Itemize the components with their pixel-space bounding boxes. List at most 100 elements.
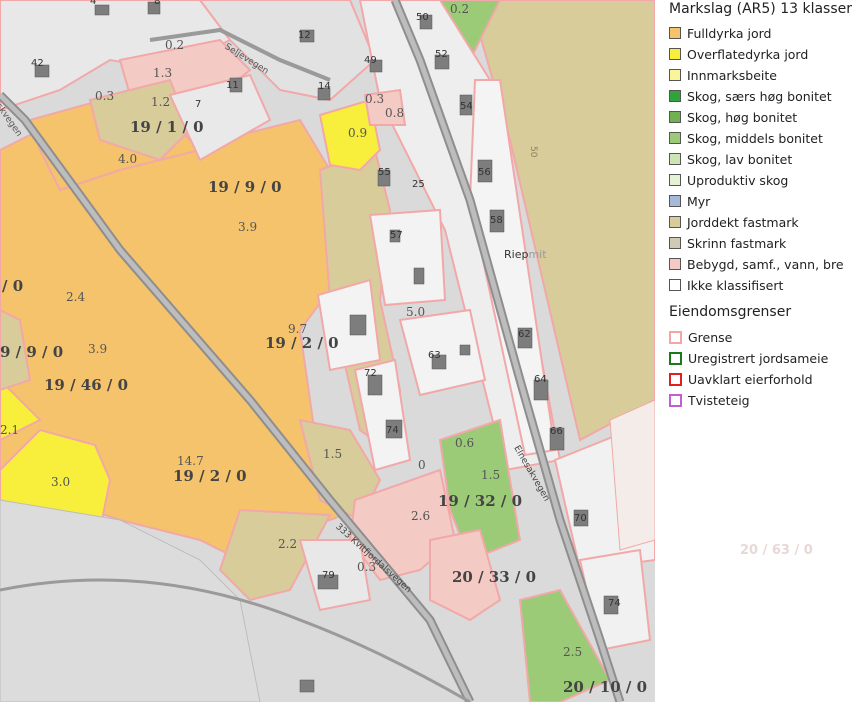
parcel-label: 19 / 9 / 0 <box>208 178 282 196</box>
area-label: 9.7 <box>288 322 308 336</box>
parcel-label: 19 / 1 / 0 <box>130 118 204 136</box>
house-number: 14 <box>318 81 331 92</box>
house-number: 70 <box>574 513 587 524</box>
house-number: 11 <box>226 80 239 91</box>
legend-item: Uregistrert jordsameie <box>669 350 828 366</box>
area-label: 14.7 <box>177 454 204 468</box>
area-label: 0 <box>418 458 426 472</box>
swatch-icon <box>669 132 681 144</box>
house-number: 55 <box>378 167 391 178</box>
legend-item: Innmarksbeite <box>669 67 777 83</box>
area-label: 0.6 <box>455 436 475 450</box>
house-number: 64 <box>534 374 547 385</box>
swatch-icon <box>669 258 681 270</box>
house-number: 50 <box>416 12 429 23</box>
parcel-label: 9 / 9 / 0 <box>0 343 64 361</box>
area-label: 3.0 <box>51 475 71 489</box>
border-swatch-icon <box>669 372 682 386</box>
area-label: 2.5 <box>563 645 583 659</box>
legend-item: Overflatedyrka jord <box>669 46 808 62</box>
parcel-label: 20 / 33 / 0 <box>452 568 537 586</box>
swatch-icon <box>669 153 681 165</box>
contour-label: 50 <box>528 146 538 158</box>
area-label: 0.8 <box>385 106 405 120</box>
house-number: 49 <box>364 55 377 66</box>
parcel-label: 19 / 46 / 0 <box>44 376 129 394</box>
house-number: 8 <box>154 0 161 7</box>
house-number: 4 <box>90 0 97 7</box>
area-label: 5.0 <box>406 305 426 319</box>
legend-item: Skrinn fastmark <box>669 235 786 251</box>
area-label: 1.2 <box>151 95 171 109</box>
legend-item: Uproduktiv skog <box>669 172 788 188</box>
house-number: 74 <box>608 598 621 609</box>
legend-item: Jorddekt fastmark <box>669 214 799 230</box>
swatch-icon <box>669 195 681 207</box>
area-label: 0.2 <box>165 38 185 52</box>
border-swatch-icon <box>669 393 682 407</box>
house-number: 66 <box>550 426 563 437</box>
swatch-icon <box>669 216 681 228</box>
house-number: 42 <box>31 58 44 69</box>
legend-item: Skog, middels bonitet <box>669 130 823 146</box>
swatch-icon <box>669 174 681 186</box>
swatch-icon <box>669 90 681 102</box>
area-label: 0.2 <box>450 2 470 16</box>
legend-item: Tvisteteig <box>669 392 750 408</box>
area-label: 0.3 <box>95 89 115 103</box>
house-number: 79 <box>322 570 335 581</box>
house-number: 72 <box>364 368 377 379</box>
property-legend-title: Eiendomsgrenser <box>669 304 792 320</box>
house-number: 62 <box>518 329 531 340</box>
parcel-label: 19 / 32 / 0 <box>438 492 523 510</box>
plot-9-7 <box>316 278 382 372</box>
parcel-label: 19 / 2 / 0 <box>265 334 339 352</box>
house-number: 12 <box>298 30 311 41</box>
parcel-label: 19 / 2 / 0 <box>173 467 247 485</box>
area-label: 2.2 <box>278 537 298 551</box>
parcel-label: / 0 <box>2 277 24 295</box>
map-canvas[interactable]: 19 / 1 / 0 19 / 9 / 0 / 0 9 / 9 / 0 19 /… <box>0 0 655 702</box>
house-number: 56 <box>478 167 491 178</box>
parcel-label: 20 / 10 / 0 <box>563 678 648 696</box>
legend-item: Skog, særs høg bonitet <box>669 88 832 104</box>
area-label: 2.4 <box>66 290 86 304</box>
legend-item: Bebygd, samf., vann, bre <box>669 256 844 272</box>
area-label: 4.0 <box>118 152 138 166</box>
swatch-icon <box>669 237 681 249</box>
legend-item: Fulldyrka jord <box>669 25 771 41</box>
legend-title: Markslag (AR5) 13 klasser <box>669 1 853 17</box>
faded-parcel-label: 20 / 63 / 0 <box>740 543 813 558</box>
swatch-icon <box>669 69 681 81</box>
area-label: 0.3 <box>365 92 385 106</box>
area-label: 3.9 <box>88 342 108 356</box>
house-number: 58 <box>490 215 503 226</box>
area-label: 2.1 <box>0 423 20 437</box>
legend-item: Skog, lav bonitet <box>669 151 792 167</box>
legend-item: Uavklart eierforhold <box>669 371 813 387</box>
legend-item: Ikke klassifisert <box>669 277 783 293</box>
border-swatch-icon <box>669 330 682 344</box>
house-number: 63 <box>428 350 441 361</box>
house-number: 74 <box>386 425 399 436</box>
house-number: 7 <box>195 99 202 110</box>
place-name: Riepmit <box>504 248 547 261</box>
legend-item: Grense <box>669 329 732 345</box>
legend-item: Myr <box>669 193 710 209</box>
legend-panel: Markslag (AR5) 13 klasser Fulldyrka jord… <box>655 0 866 702</box>
house-number: 57 <box>390 230 403 241</box>
house-number: 54 <box>460 101 473 112</box>
area-label: 1.5 <box>481 468 501 482</box>
border-swatch-icon <box>669 351 682 365</box>
area-label: 2.6 <box>411 509 431 523</box>
area-label: 0.9 <box>348 126 368 140</box>
house-number: 52 <box>435 49 448 60</box>
house-number: 25 <box>412 179 425 190</box>
area-label: 1.5 <box>323 447 343 461</box>
swatch-icon <box>669 48 681 60</box>
swatch-icon <box>669 27 681 39</box>
area-label: 1.3 <box>153 66 173 80</box>
swatch-icon <box>669 111 681 123</box>
area-label: 3.9 <box>238 220 258 234</box>
swatch-icon <box>669 279 681 291</box>
